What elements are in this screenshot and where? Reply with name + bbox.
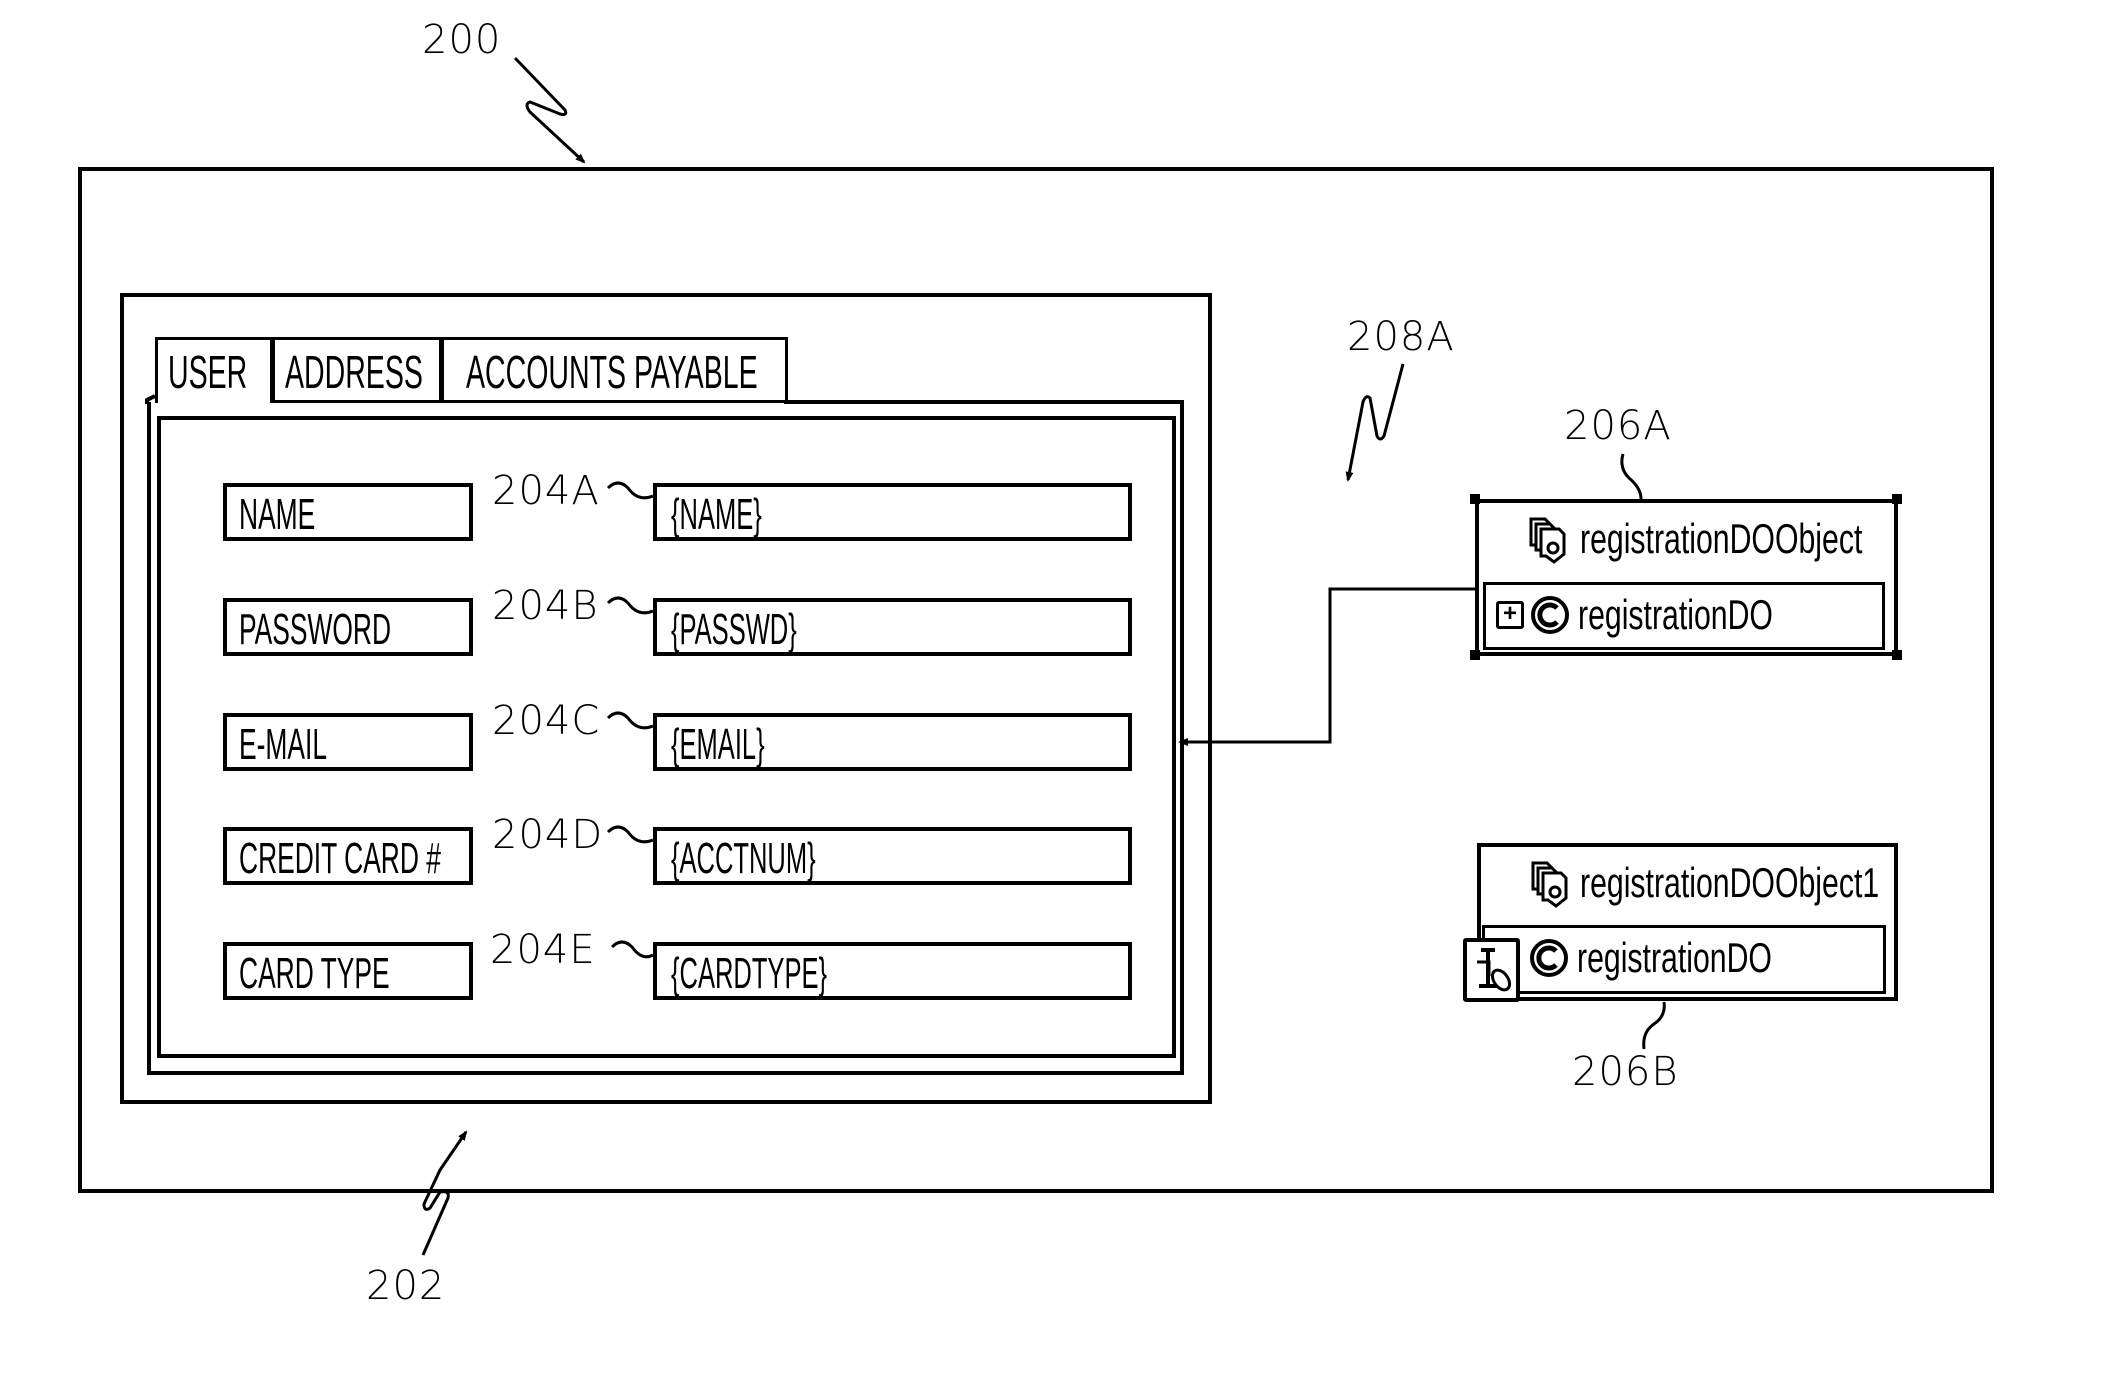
field-email-input[interactable]: {EMAIL} bbox=[653, 713, 1132, 771]
field-label-email: E-MAIL bbox=[223, 713, 473, 771]
object-stack-icon bbox=[1529, 859, 1569, 911]
tab-accounts-payable[interactable]: ACCOUNTS PAYABLE bbox=[441, 337, 788, 403]
value-text: {PASSWD} bbox=[671, 605, 797, 654]
ref-204e: 204E bbox=[490, 927, 596, 973]
ref-202: 202 bbox=[366, 1263, 446, 1309]
class-name: registrationDO bbox=[1577, 934, 1772, 981]
selection-handle[interactable] bbox=[1470, 494, 1480, 504]
field-label-name: NAME bbox=[223, 483, 473, 541]
label-text: PASSWORD bbox=[239, 605, 392, 654]
field-password-input[interactable]: {PASSWD} bbox=[653, 598, 1132, 656]
ref-208a: 208A bbox=[1347, 314, 1455, 360]
ref-204d: 204D bbox=[492, 812, 604, 858]
selection-handle[interactable] bbox=[1892, 650, 1902, 660]
ref-204c: 204C bbox=[492, 698, 601, 744]
tab-label: ACCOUNTS PAYABLE bbox=[466, 346, 758, 398]
tab-content-frame-top bbox=[784, 400, 1184, 404]
field-label-password: PASSWORD bbox=[223, 598, 473, 656]
component-206b[interactable]: registrationDOObject1 registrationDO bbox=[1477, 843, 1898, 1001]
field-label-card-type: CARD TYPE bbox=[223, 942, 473, 1000]
field-label-credit-card: CREDIT CARD # bbox=[223, 827, 473, 885]
object-name: registrationDOObject1 bbox=[1580, 859, 1880, 906]
field-name-input[interactable]: {NAME} bbox=[653, 483, 1132, 541]
value-text: {ACCTNUM} bbox=[671, 834, 816, 883]
class-name: registrationDO bbox=[1578, 591, 1773, 638]
ref-200: 200 bbox=[422, 17, 502, 63]
expand-plus-icon[interactable]: + bbox=[1496, 601, 1524, 629]
selection-handle[interactable] bbox=[1470, 650, 1480, 660]
field-cardtype-input[interactable]: {CARDTYPE} bbox=[653, 942, 1132, 1000]
label-text: E-MAIL bbox=[239, 720, 328, 769]
class-row[interactable]: registrationDO bbox=[1482, 925, 1886, 994]
label-text: CREDIT CARD # bbox=[239, 834, 441, 883]
tab-label: ADDRESS bbox=[285, 346, 423, 398]
class-c-icon bbox=[1529, 938, 1569, 978]
component-206a[interactable]: registrationDOObject + registrationDO bbox=[1475, 499, 1898, 656]
label-text: CARD TYPE bbox=[239, 949, 390, 998]
value-text: {CARDTYPE} bbox=[671, 949, 828, 998]
object-stack-icon bbox=[1527, 515, 1567, 567]
label-text: NAME bbox=[239, 490, 316, 539]
selection-handle[interactable] bbox=[1892, 494, 1902, 504]
inspector-tool-icon[interactable] bbox=[1463, 938, 1520, 1002]
class-row[interactable]: + registrationDO bbox=[1483, 582, 1885, 650]
value-text: {EMAIL} bbox=[671, 720, 765, 769]
field-acctnum-input[interactable]: {ACCTNUM} bbox=[653, 827, 1132, 885]
tab-address[interactable]: ADDRESS bbox=[272, 337, 442, 403]
tab-label: USER bbox=[168, 346, 248, 398]
ref-206b: 206B bbox=[1572, 1049, 1679, 1095]
arrow-200 bbox=[513, 56, 586, 164]
ref-206a: 206A bbox=[1564, 403, 1672, 449]
object-name: registrationDOObject bbox=[1580, 515, 1863, 562]
ref-204a: 204A bbox=[492, 468, 600, 514]
tab-user[interactable]: USER bbox=[155, 337, 273, 403]
value-text: {NAME} bbox=[671, 490, 762, 539]
class-c-icon bbox=[1530, 595, 1570, 635]
ref-204b: 204B bbox=[492, 583, 599, 629]
